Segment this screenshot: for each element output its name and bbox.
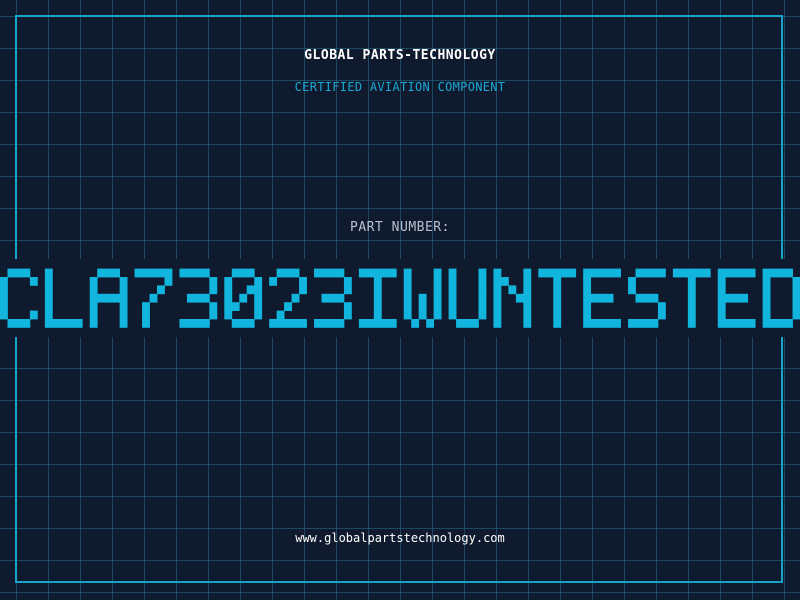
part-number-display [0, 268, 800, 328]
company-name: GLOBAL PARTS-TECHNOLOGY [304, 48, 496, 63]
part-number-char [403, 268, 442, 328]
part-number-char [493, 268, 532, 328]
part-number-char [0, 268, 38, 328]
part-number-char [89, 268, 128, 328]
part-number-char [358, 268, 397, 328]
part-number-label: PART NUMBER: [350, 220, 450, 235]
part-number-char [538, 268, 577, 328]
part-number-char [314, 268, 352, 328]
part-number-char [628, 268, 666, 328]
part-number-char [44, 268, 83, 328]
part-number-char [448, 268, 487, 328]
part-number-char [583, 268, 621, 328]
part-number-char [224, 268, 263, 328]
certificate-page: GLOBAL PARTS-TECHNOLOGY CERTIFIED AVIATI… [0, 0, 800, 600]
part-number-char [179, 268, 218, 328]
part-number-char [134, 268, 173, 328]
website-url: www.globalpartstechnology.com [295, 531, 505, 545]
part-number-char [717, 268, 756, 328]
certification-subtitle: CERTIFIED AVIATION COMPONENT [294, 80, 506, 94]
part-number-char [269, 268, 307, 328]
part-number-char [672, 268, 711, 328]
part-number-char [762, 268, 800, 328]
